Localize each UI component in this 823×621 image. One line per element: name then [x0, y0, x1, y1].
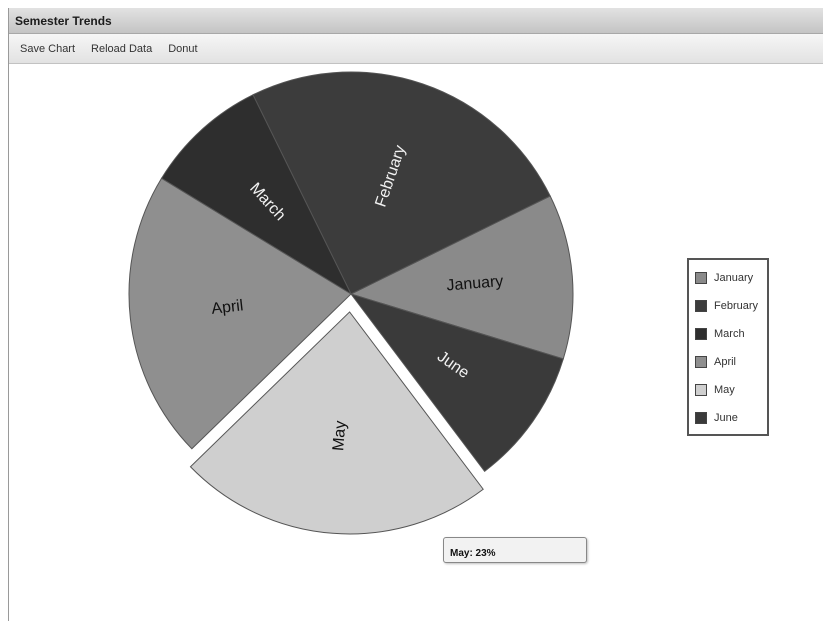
window-title: Semester Trends [15, 13, 112, 28]
legend-swatch [695, 356, 707, 368]
legend-label: June [714, 412, 738, 424]
window-titlebar: Semester Trends [9, 8, 823, 34]
legend-swatch [695, 412, 707, 424]
chart-window: Semester Trends Save Chart Reload Data D… [8, 8, 823, 621]
reload-data-button[interactable]: Reload Data [84, 39, 159, 59]
legend-swatch [695, 384, 707, 396]
legend-swatch [695, 328, 707, 340]
legend-swatch [695, 300, 707, 312]
tooltip-text: May: 23% [450, 548, 496, 559]
legend-label: March [714, 328, 745, 340]
chart-legend: January February March April May June [687, 258, 769, 436]
toolbar: Save Chart Reload Data Donut [9, 34, 823, 64]
slice-label-may: May [330, 420, 349, 451]
legend-label: April [714, 356, 737, 368]
legend-item-february[interactable]: February [689, 292, 767, 320]
legend-item-april[interactable]: April [689, 348, 767, 376]
legend-label: January [714, 272, 754, 284]
slice-label-april: April [211, 297, 245, 317]
slice-tooltip: May: 23% [443, 537, 587, 563]
legend-swatch [695, 272, 707, 284]
legend-label: May [714, 384, 735, 396]
save-chart-button[interactable]: Save Chart [13, 39, 82, 59]
legend-label: February [714, 300, 759, 312]
chart-area: January February March April May June January… [9, 64, 823, 621]
legend-item-june[interactable]: June [689, 404, 767, 432]
legend-item-march[interactable]: March [689, 320, 767, 348]
donut-button[interactable]: Donut [161, 39, 204, 59]
legend-item-january[interactable]: January [689, 264, 767, 292]
legend-item-may[interactable]: May [689, 376, 767, 404]
